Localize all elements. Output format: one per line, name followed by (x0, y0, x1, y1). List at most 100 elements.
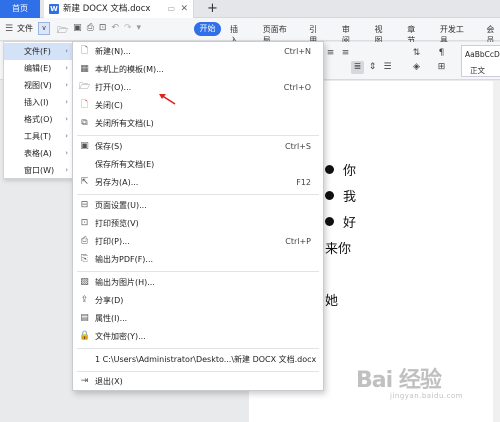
share-icon: ⇪ (80, 295, 89, 305)
menu-item-save[interactable]: ▣ 保存(S) Ctrl+S (73, 138, 323, 155)
print-icon[interactable]: ⎙ (87, 23, 94, 39)
doc-line: 她 (325, 294, 339, 309)
exit-icon: ⇥ (80, 376, 89, 386)
menu-separator (77, 348, 319, 349)
print-icon: ⎙ (80, 236, 89, 246)
menu-category-edit[interactable]: 编辑(E) › (4, 60, 72, 77)
writer-doc-icon: W (49, 4, 59, 14)
close-all-icon: ⧉ (81, 118, 88, 128)
file-submenu-categories: 文件(F) › 编辑(E) › 视图(V) › 插入(I) › 格式(O) › 工具(T)… (3, 41, 73, 179)
align-left-icon[interactable]: ≡ (324, 47, 337, 60)
chevron-right-icon: › (65, 81, 68, 89)
quick-access-toolbar: 🗁 ▣ ⎙ ⊡ ↶ ↷ ▾ (57, 23, 141, 39)
menu-item-share[interactable]: ⇪ 分享(D) (73, 292, 323, 309)
properties-icon: ▤ (80, 313, 89, 323)
doc-line: 你 (343, 164, 357, 179)
print-preview-icon: ⊡ (80, 218, 89, 228)
menu-item-close-all[interactable]: ⧉ 关闭所有文档(L) (73, 115, 323, 132)
menu-item-save-as[interactable]: ⇱ 另存为(A)... F12 (73, 174, 323, 191)
annotation-arrow-icon (159, 94, 176, 105)
save-as-icon: ⇱ (80, 177, 89, 187)
menu-category-file[interactable]: 文件(F) › (4, 43, 72, 60)
watermark-main: Bai 经验 (356, 368, 442, 393)
menu-item-recent-file[interactable]: 1 C:\Users\Administrator\Deskto...\新建 DO… (73, 351, 323, 368)
menu-category-insert[interactable]: 插入(I) › (4, 94, 72, 111)
bullet-icon (325, 165, 334, 174)
document-tab[interactable]: W 新建 DOCX 文档.docx ▭ ✕ (44, 0, 194, 18)
template-icon: ▦ (80, 64, 89, 74)
image-icon: ▨ (80, 277, 89, 287)
doc-line: 来你 (325, 242, 352, 257)
show-marks-icon[interactable]: ¶ (435, 47, 448, 60)
watermark: Bai 经验 jingyan.baidu.com (356, 362, 463, 400)
menu-item-export-image[interactable]: ▨ 输出为图片(H)... (73, 274, 323, 291)
style-name: 正文 (470, 66, 485, 75)
menu-category-format[interactable]: 格式(O) › (4, 111, 72, 128)
save-icon[interactable]: ▣ (73, 23, 82, 39)
watermark-sub: jingyan.baidu.com (390, 392, 464, 400)
menu-item-exit[interactable]: ⇥ 退出(X) (73, 373, 323, 390)
menu-separator (77, 194, 319, 195)
menu-separator (77, 271, 319, 272)
open-folder-icon: 🗁 (79, 82, 91, 92)
menu-item-export-pdf[interactable]: ⎘ 输出为PDF(F)... (73, 251, 323, 268)
title-bar: 首页 W 新建 DOCX 文档.docx ▭ ✕ + (0, 0, 500, 18)
distribute-icon[interactable]: ☰ (381, 61, 394, 74)
align-center-icon[interactable]: ≡ (339, 47, 352, 60)
close-tab-icon[interactable]: ✕ (180, 0, 188, 18)
border-icon[interactable]: ⊞ (435, 61, 448, 74)
menu-item-open[interactable]: 🗁 打开(O)... Ctrl+O (73, 79, 323, 96)
sort-icon[interactable]: ⇅ (410, 47, 423, 60)
menu-category-table[interactable]: 表格(A) › (4, 145, 72, 162)
print-preview-icon[interactable]: ⊡ (99, 23, 107, 39)
style-sample-text: AaBbCcDd (465, 50, 500, 59)
more-icon[interactable]: ▾ (137, 23, 142, 39)
page-setup-icon: ⊟ (80, 200, 89, 210)
menu-category-tools[interactable]: 工具(T) › (4, 128, 72, 145)
home-tab[interactable]: 首页 (0, 0, 40, 18)
lock-icon: 🔒 (79, 331, 91, 341)
chevron-down-icon[interactable]: ∨ (38, 22, 50, 35)
save-icon: ▣ (80, 141, 89, 151)
chevron-right-icon: › (65, 166, 68, 174)
shading-icon[interactable]: ◈ (410, 61, 423, 74)
menu-item-local-templates[interactable]: ▦ 本机上的模板(M)... (73, 61, 323, 78)
chevron-right-icon: › (65, 132, 68, 140)
style-gallery[interactable]: AaBbCcDd 正文 (461, 45, 500, 77)
doc-line: 好 (343, 216, 357, 231)
chevron-right-icon: › (65, 115, 68, 123)
line-spacing-icon[interactable]: ⇕ (366, 61, 379, 74)
menu-item-page-setup[interactable]: ⊟ 页面设置(U)... (73, 197, 323, 214)
bullet-icon (325, 217, 334, 226)
bullet-icon (325, 191, 334, 200)
tab-start[interactable]: 开始 (194, 22, 221, 36)
chevron-right-icon: › (65, 149, 68, 157)
menu-bar: ☰ 文件 ∨ 🗁 ▣ ⎙ ⊡ ↶ ↷ ▾ 开始 插入 页面布局 引用 审阅 视图… (0, 18, 500, 45)
chevron-right-icon: › (65, 64, 68, 72)
pin-icon[interactable]: ▭ (167, 0, 175, 18)
menu-item-print-preview[interactable]: ⊡ 打印预览(V) (73, 215, 323, 232)
pdf-icon: ⎘ (80, 254, 89, 264)
menu-item-properties[interactable]: ▤ 属性(I)... (73, 310, 323, 327)
menu-category-window[interactable]: 窗口(W) › (4, 162, 72, 179)
hamburger-menu-icon[interactable]: ☰ (5, 24, 13, 34)
new-tab-button[interactable]: + (207, 0, 218, 18)
menu-category-view[interactable]: 视图(V) › (4, 77, 72, 94)
vertical-scrollbar[interactable] (493, 81, 500, 422)
new-document-icon: 🗋 (80, 46, 89, 56)
redo-icon[interactable]: ↷ (124, 23, 132, 39)
file-menu-button[interactable]: 文件 (17, 23, 33, 34)
close-document-icon: 🗋 (80, 100, 89, 110)
menu-separator (77, 135, 319, 136)
menu-item-encrypt[interactable]: 🔒 文件加密(Y)... (73, 328, 323, 345)
menu-item-close[interactable]: 🗋 关闭(C) (73, 97, 323, 114)
document-tab-title: 新建 DOCX 文档.docx (63, 4, 151, 14)
align-justify-icon[interactable]: ≣ (351, 61, 364, 74)
undo-icon[interactable]: ↶ (111, 23, 119, 39)
menu-separator (77, 371, 319, 372)
menu-item-save-all[interactable]: 保存所有文档(E) (73, 156, 323, 173)
menu-item-print[interactable]: ⎙ 打印(P)... Ctrl+P (73, 233, 323, 250)
open-folder-icon[interactable]: 🗁 (57, 23, 68, 39)
file-dropdown-menu: 🗋 新建(N)... Ctrl+N ▦ 本机上的模板(M)... 🗁 打开(O)... C… (72, 41, 324, 391)
menu-item-new[interactable]: 🗋 新建(N)... Ctrl+N (73, 43, 323, 60)
